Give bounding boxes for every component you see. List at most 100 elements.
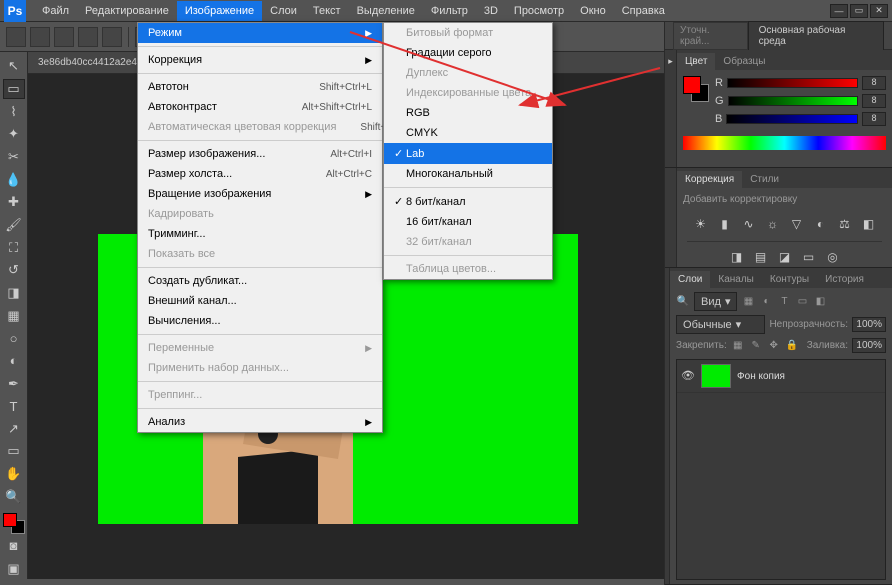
tab-history[interactable]: История — [817, 271, 872, 288]
gradient-map-icon[interactable]: ▭ — [800, 250, 818, 266]
tab-paths[interactable]: Контуры — [762, 271, 817, 288]
lasso-tool[interactable]: ⌇ — [3, 101, 25, 122]
mode-lab[interactable]: ✓Lab — [384, 143, 552, 164]
shape-tool[interactable]: ▭ — [3, 441, 25, 462]
fg-color-chip[interactable] — [3, 513, 17, 527]
r-slider[interactable] — [727, 78, 858, 88]
mode-rgb[interactable]: RGB — [384, 103, 552, 123]
fg-bg-colors[interactable] — [3, 513, 25, 534]
refine-edge-button[interactable]: Уточн. край... — [673, 22, 748, 50]
wand-tool[interactable]: ✦ — [3, 124, 25, 145]
eraser-tool[interactable]: ◨ — [3, 283, 25, 304]
mode-colortable[interactable]: Таблица цветов... — [384, 259, 552, 279]
eyedropper-tool[interactable]: 💧 — [3, 169, 25, 190]
blur-tool[interactable]: ○ — [3, 328, 25, 349]
opt-btn-2[interactable] — [54, 27, 74, 47]
g-value[interactable]: 8 — [862, 94, 886, 108]
menu-item-mode[interactable]: Режим▶ — [138, 23, 382, 43]
mode-32bit[interactable]: 32 бит/канал — [384, 232, 552, 252]
menu-item-revealall[interactable]: Показать все — [138, 244, 382, 264]
lock-transparent-icon[interactable]: ▦ — [731, 339, 745, 353]
menu-item-autocontrast[interactable]: АвтоконтрастAlt+Shift+Ctrl+L — [138, 97, 382, 117]
layer-name[interactable]: Фон копия — [737, 371, 785, 382]
menu-item-imagesize[interactable]: Размер изображения...Alt+Ctrl+I — [138, 144, 382, 164]
tool-preset-button[interactable] — [6, 27, 26, 47]
b-value[interactable]: 8 — [862, 112, 886, 126]
posterize-icon[interactable]: ▤ — [752, 250, 770, 266]
menu-select[interactable]: Выделение — [349, 1, 423, 21]
mode-indexed[interactable]: Индексированные цвета — [384, 83, 552, 103]
lock-image-icon[interactable]: ✎ — [749, 339, 763, 353]
path-tool[interactable]: ↗ — [3, 419, 25, 440]
filter-shape-icon[interactable]: ▭ — [795, 295, 809, 309]
menu-window[interactable]: Окно — [572, 1, 614, 21]
lock-all-icon[interactable]: 🔒 — [785, 339, 799, 353]
menu-item-canvassize[interactable]: Размер холста...Alt+Ctrl+C — [138, 164, 382, 184]
menu-item-rotation[interactable]: Вращение изображения▶ — [138, 184, 382, 204]
menu-item-calculations[interactable]: Вычисления... — [138, 311, 382, 331]
marquee-tool[interactable]: ▭ — [3, 79, 25, 100]
opt-btn-3[interactable] — [78, 27, 98, 47]
crop-tool[interactable]: ✂ — [3, 147, 25, 168]
filter-type-icon[interactable]: T — [777, 295, 791, 309]
mode-duotone[interactable]: Дуплекс — [384, 63, 552, 83]
menu-filter[interactable]: Фильтр — [423, 1, 476, 21]
mode-cmyk[interactable]: CMYK — [384, 123, 552, 143]
zoom-tool[interactable]: 🔍 — [3, 486, 25, 507]
menu-item-autocolor[interactable]: Автоматическая цветовая коррекцияShift+C… — [138, 117, 382, 137]
opt-btn-1[interactable] — [30, 27, 50, 47]
stamp-tool[interactable]: ⛶ — [3, 237, 25, 258]
filter-smart-icon[interactable]: ◧ — [813, 295, 827, 309]
minimize-button[interactable]: — — [830, 4, 848, 18]
dodge-tool[interactable]: ◐ — [3, 351, 25, 372]
menu-help[interactable]: Справка — [614, 1, 673, 21]
quickmask-tool[interactable]: ◙ — [3, 536, 25, 557]
menu-item-crop[interactable]: Кадрировать — [138, 204, 382, 224]
mode-8bit[interactable]: ✓8 бит/канал — [384, 191, 552, 212]
exposure-icon[interactable]: ☼ — [764, 217, 782, 233]
curves-icon[interactable]: ∿ — [740, 217, 758, 233]
vibrance-icon[interactable]: ▽ — [788, 217, 806, 233]
search-icon[interactable]: 🔍 — [676, 295, 690, 309]
balance-icon[interactable]: ⚖ — [836, 217, 854, 233]
menu-image[interactable]: Изображение — [177, 1, 262, 21]
menu-item-trap[interactable]: Треппинг... — [138, 385, 382, 405]
layer-thumbnail[interactable] — [701, 364, 731, 388]
layer-filter-kind[interactable]: Вид▾ — [694, 292, 737, 311]
menu-view[interactable]: Просмотр — [506, 1, 572, 21]
visibility-eye-icon[interactable]: 👁 — [681, 369, 695, 383]
bw-icon[interactable]: ◧ — [860, 217, 878, 233]
menu-item-applydataset[interactable]: Применить набор данных... — [138, 358, 382, 378]
threshold-icon[interactable]: ◪ — [776, 250, 794, 266]
opacity-value[interactable]: 100% — [852, 317, 886, 332]
menu-edit[interactable]: Редактирование — [77, 1, 177, 21]
collapse-strip-2[interactable] — [665, 168, 677, 267]
brush-tool[interactable]: 🖌 — [3, 215, 25, 236]
brightness-icon[interactable]: ☀ — [692, 217, 710, 233]
menu-text[interactable]: Текст — [305, 1, 349, 21]
mode-bitmap[interactable]: Битовый формат — [384, 23, 552, 43]
workspace-switcher[interactable]: Основная рабочая среда — [748, 21, 884, 51]
foreground-color-swatch[interactable] — [683, 76, 701, 94]
levels-icon[interactable]: ▮ — [716, 217, 734, 233]
mode-grayscale[interactable]: Градации серого — [384, 43, 552, 63]
healing-tool[interactable]: ✚ — [3, 192, 25, 213]
blend-mode-dropdown[interactable]: Обычные▾ — [676, 315, 765, 334]
mode-16bit[interactable]: 16 бит/канал — [384, 212, 552, 232]
hand-tool[interactable]: ✋ — [3, 464, 25, 485]
screenmode-tool[interactable]: ▣ — [3, 558, 25, 579]
b-slider[interactable] — [726, 114, 858, 124]
tab-channels[interactable]: Каналы — [710, 271, 762, 288]
tab-layers[interactable]: Слои — [670, 271, 710, 288]
color-spectrum[interactable] — [683, 136, 886, 150]
opt-btn-4[interactable] — [102, 27, 122, 47]
close-button[interactable]: ✕ — [870, 4, 888, 18]
fg-bg-swatch[interactable] — [683, 76, 709, 102]
tab-swatches[interactable]: Образцы — [715, 53, 773, 70]
maximize-button[interactable]: ▭ — [850, 4, 868, 18]
move-tool[interactable]: ↖ — [3, 56, 25, 77]
menu-item-autotone[interactable]: АвтотонShift+Ctrl+L — [138, 77, 382, 97]
collapse-strip[interactable]: ▸ — [665, 50, 677, 167]
mode-multichannel[interactable]: Многоканальный — [384, 164, 552, 184]
tab-color[interactable]: Цвет — [677, 53, 715, 70]
